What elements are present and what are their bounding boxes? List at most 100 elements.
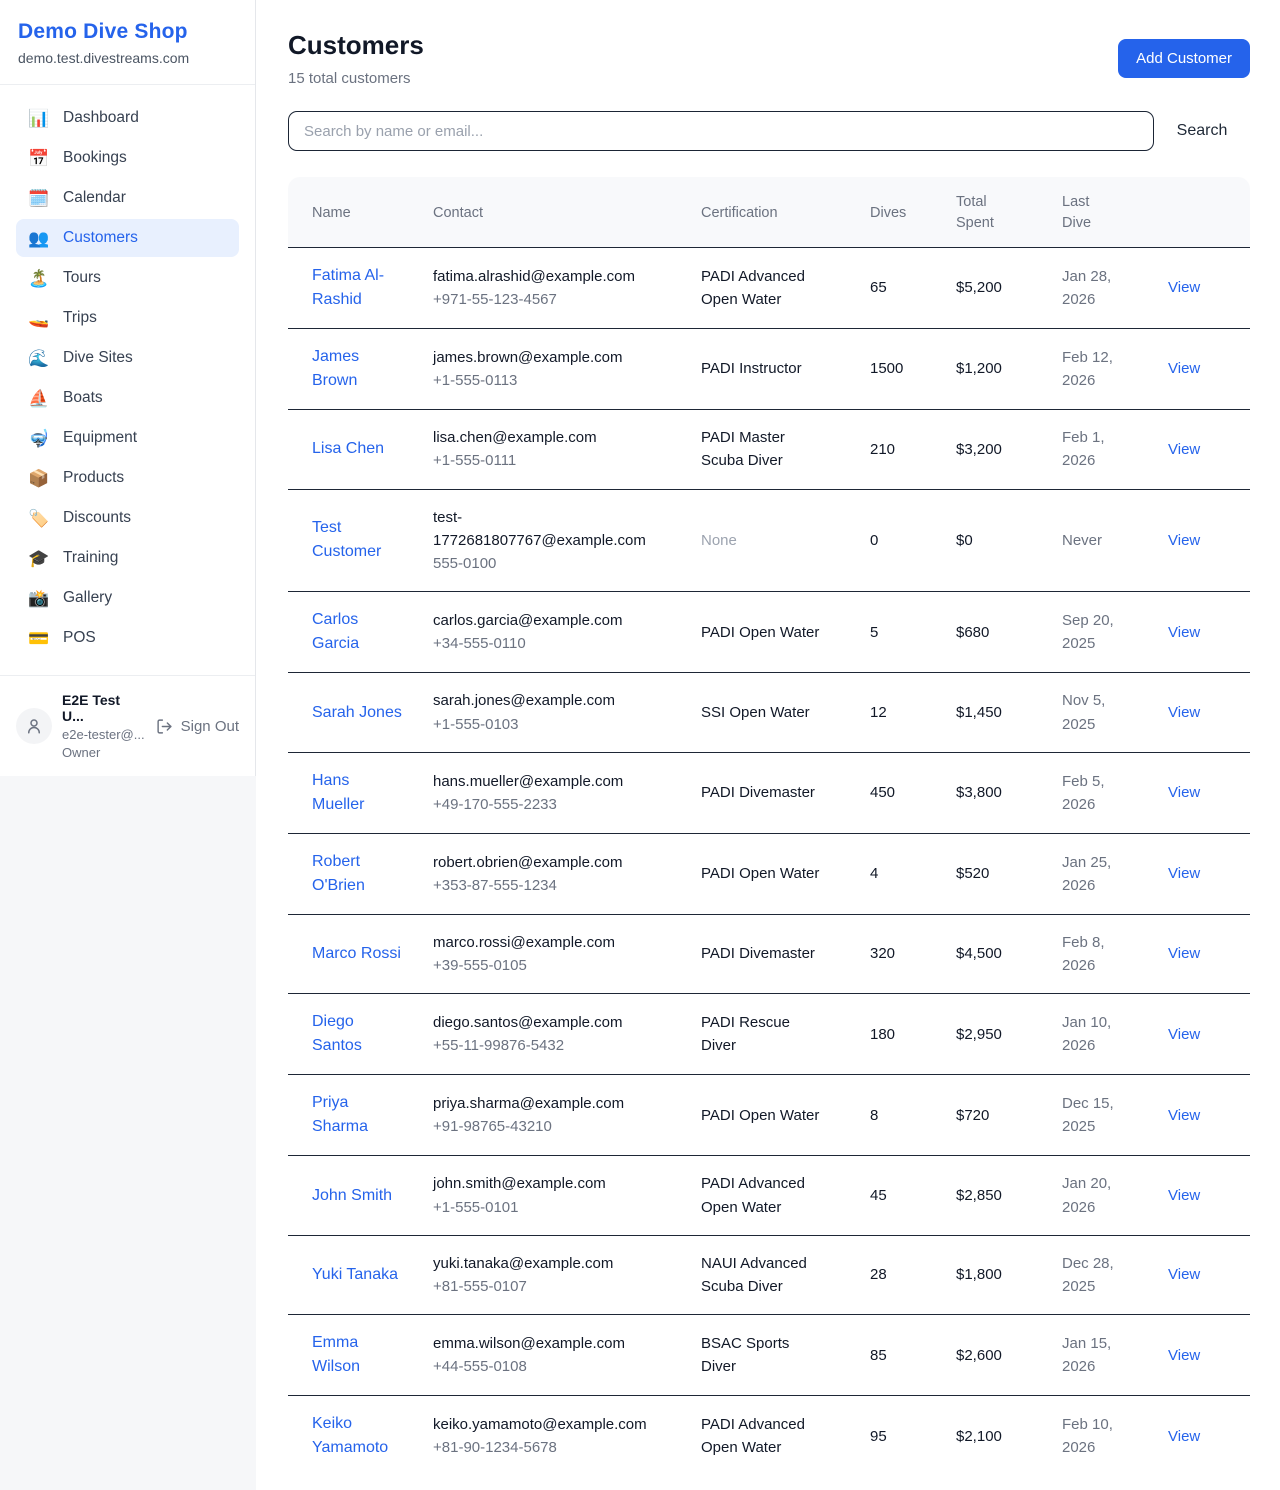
- customer-phone: +91-98765-43210: [433, 1115, 685, 1138]
- last-dive-value: Feb 5, 2026: [1062, 770, 1140, 817]
- dives-count: 8: [870, 1075, 956, 1156]
- total-spent-value: $1,450: [956, 673, 1062, 753]
- search-input[interactable]: [288, 111, 1154, 151]
- table-header-row: Name Contact Certification Dives Total S…: [288, 177, 1250, 248]
- customer-email: sarah.jones@example.com: [433, 689, 647, 712]
- last-dive-value: Never: [1062, 529, 1102, 552]
- sidebar-item-calendar[interactable]: 🗓️Calendar: [16, 179, 239, 217]
- view-customer-link[interactable]: View: [1168, 1187, 1200, 1204]
- customer-name-link[interactable]: Sarah Jones: [312, 701, 402, 725]
- shop-name: Demo Dive Shop: [18, 20, 237, 44]
- dives-count: 5: [870, 592, 956, 673]
- total-spent-value: $4,500: [956, 914, 1062, 994]
- table-row: Fatima Al-Rashidfatima.alrashid@example.…: [288, 248, 1250, 329]
- view-customer-link[interactable]: View: [1168, 441, 1200, 458]
- sign-out-label: Sign Out: [181, 718, 239, 735]
- customer-name-link[interactable]: Robert O'Brien: [312, 850, 406, 898]
- column-header-last-dive: Last Dive: [1062, 177, 1168, 248]
- certification-value: PADI Instructor: [701, 357, 802, 380]
- sidebar-item-label: Dashboard: [63, 109, 139, 127]
- view-customer-link[interactable]: View: [1168, 1347, 1200, 1364]
- sidebar-item-boats[interactable]: ⛵Boats: [16, 379, 239, 417]
- column-header-name: Name: [288, 177, 433, 248]
- customer-name-link[interactable]: Yuki Tanaka: [312, 1263, 398, 1287]
- table-row: Keiko Yamamotokeiko.yamamoto@example.com…: [288, 1396, 1250, 1477]
- customer-email: james.brown@example.com: [433, 346, 647, 369]
- sidebar-item-dashboard[interactable]: 📊 Dashboard: [16, 99, 239, 137]
- view-customer-link[interactable]: View: [1168, 532, 1200, 549]
- sidebar-item-equipment[interactable]: 🤿Equipment: [16, 419, 239, 457]
- sidebar-item-training[interactable]: 🎓Training: [16, 539, 239, 577]
- customer-name-link[interactable]: Marco Rossi: [312, 942, 401, 966]
- customers-table-card: Name Contact Certification Dives Total S…: [288, 177, 1250, 1476]
- sidebar-item-label: Tours: [63, 269, 101, 287]
- customer-email: lisa.chen@example.com: [433, 426, 647, 449]
- customer-email: yuki.tanaka@example.com: [433, 1252, 647, 1275]
- table-row: Diego Santosdiego.santos@example.com+55-…: [288, 994, 1250, 1075]
- total-spent-value: $3,800: [956, 752, 1062, 833]
- view-customer-link[interactable]: View: [1168, 1107, 1200, 1124]
- last-dive-value: Sep 20, 2025: [1062, 609, 1140, 656]
- customer-name-link[interactable]: James Brown: [312, 345, 406, 393]
- table-row: Lisa Chenlisa.chen@example.com+1-555-011…: [288, 410, 1250, 490]
- view-customer-link[interactable]: View: [1168, 360, 1200, 377]
- sign-out-button[interactable]: Sign Out: [156, 718, 239, 735]
- search-button[interactable]: Search: [1154, 122, 1250, 140]
- view-customer-link[interactable]: View: [1168, 1266, 1200, 1283]
- customers-table: Name Contact Certification Dives Total S…: [288, 177, 1250, 1476]
- avatar: [16, 708, 52, 744]
- sidebar-item-pos[interactable]: 💳POS: [16, 619, 239, 657]
- customer-phone: +81-555-0107: [433, 1275, 685, 1298]
- customer-name-link[interactable]: Keiko Yamamoto: [312, 1412, 406, 1460]
- customer-name-link[interactable]: John Smith: [312, 1184, 392, 1208]
- user-role: Owner: [62, 745, 146, 760]
- customer-name-link[interactable]: Carlos Garcia: [312, 608, 406, 656]
- table-row: Sarah Jones sarah.jones@example.com+1-555…: [288, 673, 1250, 753]
- sidebar-item-gallery[interactable]: 📸Gallery: [16, 579, 239, 617]
- customer-name-link[interactable]: Hans Mueller: [312, 769, 406, 817]
- page-header-text: Customers 15 total customers: [288, 30, 424, 87]
- sidebar-item-bookings[interactable]: 📅Bookings: [16, 139, 239, 177]
- sidebar-item-dive-sites[interactable]: 🌊Dive Sites: [16, 339, 239, 377]
- customer-phone: +1-555-0113: [433, 369, 685, 392]
- customer-name-link[interactable]: Lisa Chen: [312, 437, 384, 461]
- view-customer-link[interactable]: View: [1168, 704, 1200, 721]
- sidebar-item-discounts[interactable]: 🏷️Discounts: [16, 499, 239, 537]
- sidebar: Demo Dive Shop demo.test.divestreams.com…: [0, 0, 256, 776]
- add-customer-button[interactable]: Add Customer: [1118, 39, 1250, 78]
- view-customer-link[interactable]: View: [1168, 624, 1200, 641]
- customer-phone: +1-555-0103: [433, 713, 685, 736]
- customer-name-link[interactable]: Fatima Al-Rashid: [312, 264, 406, 312]
- dashboard-icon: 📊: [28, 110, 50, 127]
- pos-icon: 💳: [28, 630, 50, 647]
- dives-count: 65: [870, 248, 956, 329]
- calendar-icon: 🗓️: [28, 190, 50, 207]
- certification-value: PADI Advanced Open Water: [701, 265, 825, 312]
- view-customer-link[interactable]: View: [1168, 784, 1200, 801]
- table-row: James Brown james.brown@example.com+1-555…: [288, 329, 1250, 410]
- view-customer-link[interactable]: View: [1168, 945, 1200, 962]
- sidebar-item-trips[interactable]: 🚤Trips: [16, 299, 239, 337]
- total-spent-value: $1,800: [956, 1235, 1062, 1315]
- customer-name-link[interactable]: Test Customer: [312, 516, 406, 564]
- customer-phone: +81-90-1234-5678: [433, 1436, 685, 1459]
- certification-value: SSI Open Water: [701, 701, 810, 724]
- sidebar-item-label: Products: [63, 469, 124, 487]
- search-row: Search: [288, 111, 1250, 151]
- customer-phone: +39-555-0105: [433, 954, 685, 977]
- sidebar-item-customers[interactable]: 👥Customers: [16, 219, 239, 257]
- view-customer-link[interactable]: View: [1168, 1026, 1200, 1043]
- customer-name-link[interactable]: Diego Santos: [312, 1010, 406, 1058]
- dives-count: 1500: [870, 329, 956, 410]
- bookings-icon: 📅: [28, 150, 50, 167]
- view-customer-link[interactable]: View: [1168, 279, 1200, 296]
- equipment-icon: 🤿: [28, 430, 50, 447]
- view-customer-link[interactable]: View: [1168, 1428, 1200, 1445]
- sidebar-item-tours[interactable]: 🏝️Tours: [16, 259, 239, 297]
- sidebar-item-products[interactable]: 📦Products: [16, 459, 239, 497]
- view-customer-link[interactable]: View: [1168, 865, 1200, 882]
- customer-name-link[interactable]: Emma Wilson: [312, 1331, 406, 1379]
- customer-name-link[interactable]: Priya Sharma: [312, 1091, 406, 1139]
- brand-header: Demo Dive Shop demo.test.divestreams.com: [0, 0, 255, 85]
- customer-email: john.smith@example.com: [433, 1172, 647, 1195]
